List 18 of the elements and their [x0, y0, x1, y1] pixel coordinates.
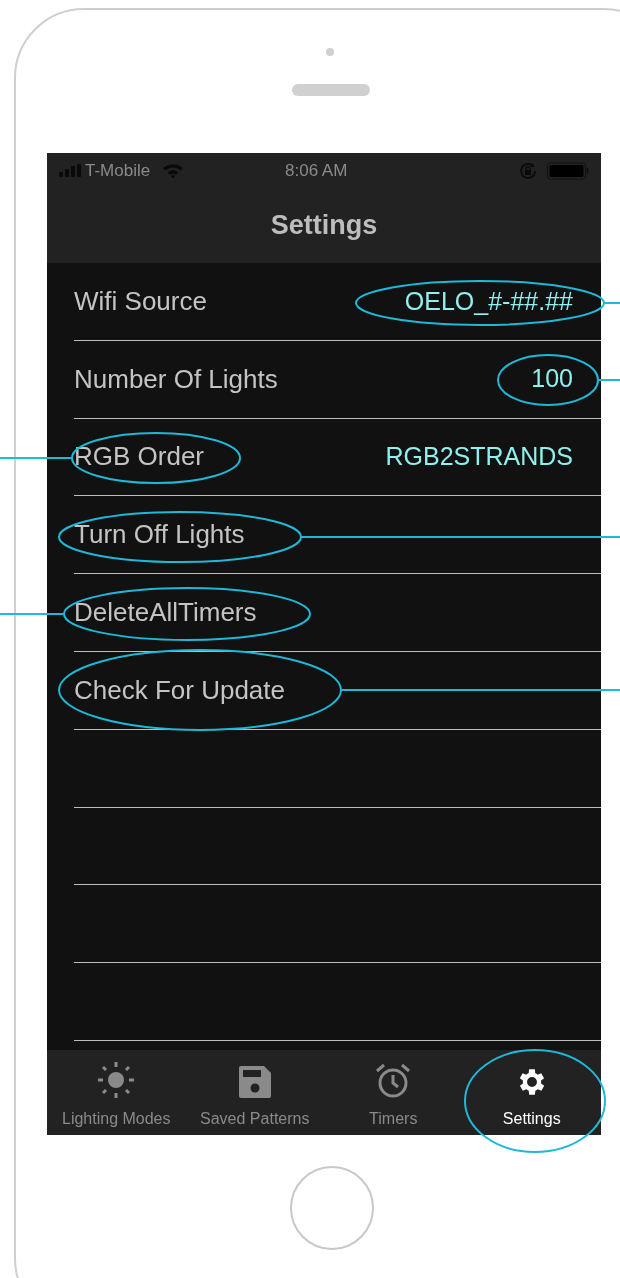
alarm-clock-icon: [375, 1063, 412, 1099]
setting-label[interactable]: Number Of Lights: [74, 359, 278, 399]
tab-bar-item[interactable]: Saved Patterns: [185, 1050, 324, 1135]
wifi-icon: [162, 162, 185, 179]
setting-value: OELO_#-##.##: [404, 285, 573, 317]
screen-title: Settings: [270, 209, 378, 243]
setting-label[interactable]: Wifi Source: [74, 281, 207, 321]
rotation-lock-icon: [519, 161, 537, 180]
setting-value: 100: [531, 363, 573, 395]
home-button[interactable]: [290, 1166, 374, 1250]
carrier-name: T-Mobile: [85, 159, 151, 182]
clock-time: 8:06 AM: [285, 159, 348, 182]
battery-icon: [547, 161, 589, 180]
setting-value: RGB2STRANDS: [385, 441, 573, 473]
tab-bar-item[interactable]: Timers: [324, 1050, 463, 1135]
tab-bar-item[interactable]: Lighting Modes: [47, 1050, 186, 1135]
signal-icon: [59, 164, 81, 177]
sun-icon: [97, 1061, 136, 1099]
